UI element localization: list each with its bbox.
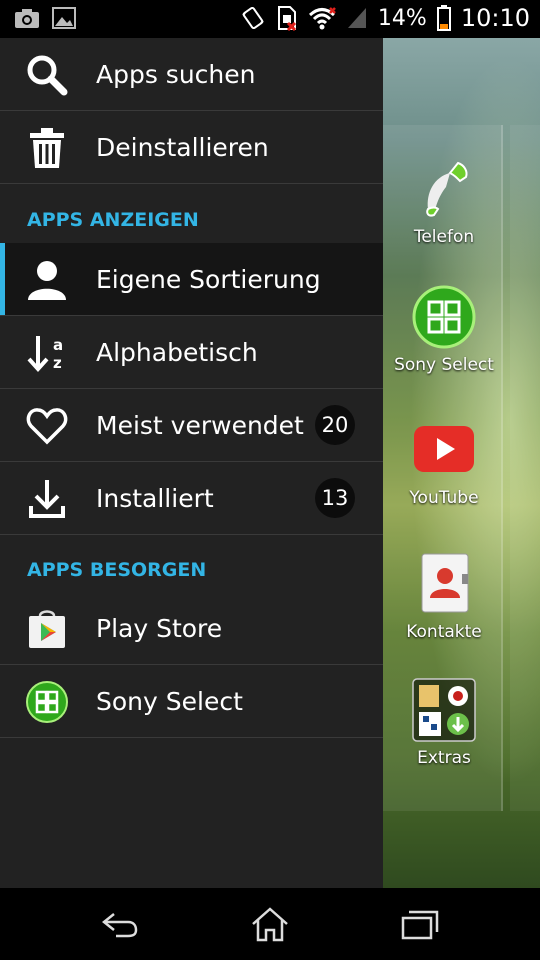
contacts-icon [421,553,469,613]
menu-item-meist-verwendet[interactable]: Meist verwendet 20 [0,389,383,462]
download-icon [29,480,65,518]
phone-icon [426,161,468,217]
status-bar: 14% 10:10 [0,0,540,38]
svg-text:z: z [53,354,62,372]
active-indicator [0,243,5,315]
signal-icon [347,8,366,28]
section-header-apps-anzeigen: APPS ANZEIGEN [27,209,199,231]
battery-icon [436,5,451,31]
camera-icon [15,9,39,28]
home-app-sony-select[interactable]: Sony Select [388,285,500,375]
home-app-label: Extras [417,748,471,768]
count-badge: 13 [315,478,355,518]
battery-percent: 14% [377,5,427,31]
home-app-telefon[interactable]: Telefon [388,157,500,247]
menu-item-label: Installiert [96,483,214,513]
menu-item-play-store[interactable]: Play Store [0,592,383,665]
menu-item-label: Apps suchen [96,59,256,89]
wifi-icon [308,7,336,30]
count-badge: 20 [315,405,355,445]
section-header-apps-besorgen: APPS BESORGEN [27,559,207,581]
alphabetical-sort-icon: a z [27,336,63,372]
menu-item-installiert[interactable]: Installiert 13 [0,462,383,535]
sony-select-icon [412,285,476,349]
menu-item-alphabetisch[interactable]: a z Alphabetisch [0,316,383,389]
heart-icon [26,408,68,445]
svg-text:a: a [53,336,63,354]
recents-icon[interactable] [400,906,440,942]
back-icon[interactable] [100,906,140,942]
home-app-label: Kontakte [406,622,482,642]
menu-item-label: Eigene Sortierung [96,264,321,294]
menu-item-label: Deinstallieren [96,132,269,162]
home-app-kontakte[interactable]: Kontakte [388,552,500,642]
clock: 10:10 [460,4,530,32]
navigation-bar [0,888,540,960]
youtube-icon [414,426,474,472]
home-app-extras[interactable]: Extras [388,678,500,768]
home-icon[interactable] [250,906,290,942]
home-app-label: YouTube [409,488,479,508]
app-drawer-menu: Apps suchen Deinstallieren APPS ANZEIGEN… [0,38,383,888]
home-screen-panel-next [510,125,540,811]
search-icon [27,55,68,96]
menu-item-label: Meist verwendet [96,410,304,440]
home-app-label: Sony Select [394,355,494,375]
menu-item-label: Alphabetisch [96,337,258,367]
menu-item-deinstallieren[interactable]: Deinstallieren [0,111,383,184]
menu-item-eigene-sortierung[interactable]: Eigene Sortierung [0,243,383,316]
menu-item-sony-select[interactable]: Sony Select [0,665,383,738]
menu-item-label: Sony Select [96,686,243,716]
extras-folder-icon [412,678,476,742]
vibrate-icon [242,6,264,30]
trash-icon [30,128,64,168]
sim-missing-icon [277,6,296,31]
home-app-youtube[interactable]: YouTube [388,418,500,508]
menu-item-label: Play Store [96,613,223,643]
play-store-icon [29,610,65,648]
menu-item-apps-suchen[interactable]: Apps suchen [0,38,383,111]
home-app-label: Telefon [413,227,475,247]
person-icon [28,261,66,300]
sony-select-icon [26,681,68,723]
image-icon [52,7,76,29]
